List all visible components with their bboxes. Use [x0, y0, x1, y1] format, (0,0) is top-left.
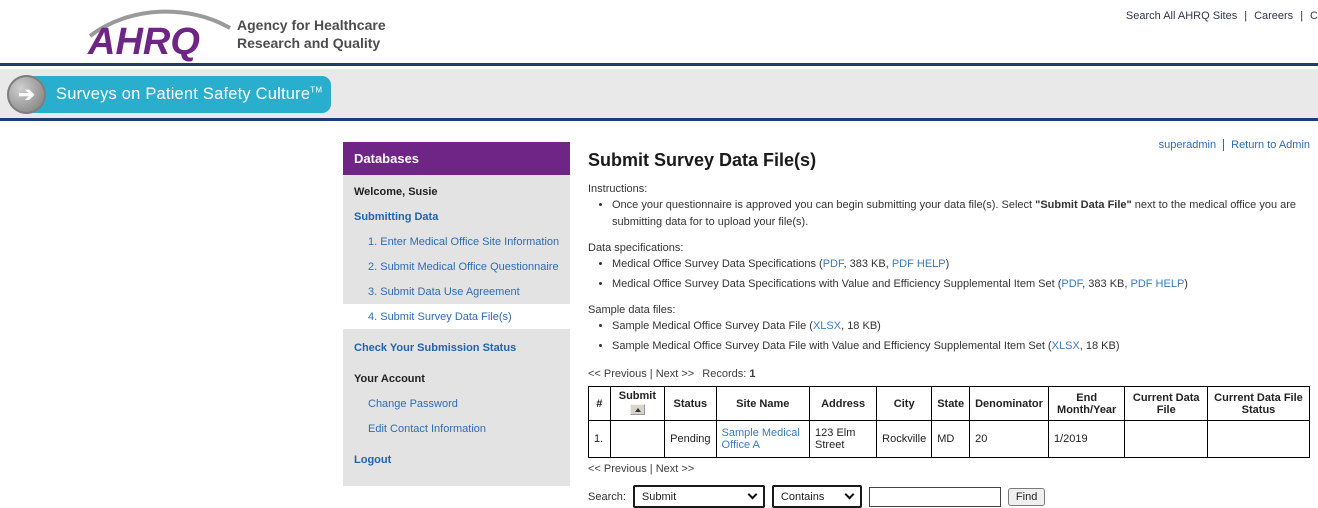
site-name-link[interactable]: Sample Medical Office A [722, 427, 800, 451]
table-header-row: # Submit Status Site Name Address City S… [589, 387, 1310, 421]
sidebar-item-submitting-data[interactable]: Submitting Data [343, 204, 570, 229]
next-link[interactable]: Next >> [656, 368, 695, 380]
pdf-help-link[interactable]: PDF HELP [1130, 278, 1184, 290]
th-current-data-file-status: Current Data File Status [1207, 387, 1309, 421]
pdf-link[interactable]: PDF [823, 258, 844, 270]
data-spec-item: Medical Office Survey Data Specification… [612, 276, 1312, 293]
cell-denominator: 20 [970, 421, 1049, 458]
sample-file-item: Sample Medical Office Survey Data File (… [612, 318, 1312, 335]
sidebar-item-enter-site-information[interactable]: 1. Enter Medical Office Site Information [343, 229, 570, 254]
previous-link[interactable]: << Previous [588, 463, 647, 475]
cell-site-name: Sample Medical Office A [716, 421, 810, 458]
cell-status: Pending [665, 421, 716, 458]
top-nav: Search All AHRQ Sites | Careers | C [1098, 10, 1318, 22]
top-nav-separator: | [1244, 10, 1247, 22]
logo-text: AHRQ [87, 21, 200, 62]
sidebar-current-item-band: 4. Submit Survey Data File(s) [343, 304, 570, 329]
cell-number: 1. [589, 421, 611, 458]
tagline-line-1: Agency for Healthcare [237, 16, 386, 34]
previous-link[interactable]: << Previous [588, 368, 647, 380]
sample-data-files-list: Sample Medical Office Survey Data File (… [588, 318, 1312, 354]
th-end-month-year: End Month/Year [1048, 387, 1125, 421]
instruction-item: Once your questionnaire is approved you … [612, 197, 1312, 230]
cell-city: Rockville [877, 421, 932, 458]
sidebar-item-change-password[interactable]: Change Password [343, 391, 570, 416]
sidebar: Databases Welcome, Susie Submitting Data… [343, 142, 570, 486]
ahrq-logo[interactable]: AHRQ [84, 6, 234, 62]
sidebar-item-submit-survey-data-files[interactable]: 4. Submit Survey Data File(s) [343, 304, 570, 329]
th-site-name: Site Name [716, 387, 810, 421]
banner-strip: ➔ Surveys on Patient Safety CultureTM [0, 69, 1318, 121]
th-number: # [589, 387, 611, 421]
cell-state: MD [932, 421, 970, 458]
next-link[interactable]: Next >> [656, 463, 695, 475]
survey-data-table: # Submit Status Site Name Address City S… [588, 386, 1310, 458]
pdf-help-link[interactable]: PDF HELP [892, 258, 946, 270]
sample-data-files-label: Sample data files: [588, 304, 1312, 316]
top-link-search-all-ahrq-sites[interactable]: Search All AHRQ Sites [1126, 10, 1237, 22]
page-title: Submit Survey Data File(s) [588, 150, 1312, 171]
sidebar-item-submit-data-use-agreement[interactable]: 3. Submit Data Use Agreement [343, 279, 570, 304]
pdf-link[interactable]: PDF [1061, 278, 1082, 290]
cell-address: 123 Elm Street [810, 421, 877, 458]
pagination-top: << Previous | Next >> Records: 1 [588, 368, 1312, 380]
records-count: Records: 1 [702, 368, 755, 380]
sort-arrow-icon [635, 408, 641, 412]
cell-current-data-file-status [1207, 421, 1309, 458]
th-status: Status [665, 387, 716, 421]
banner-title: Surveys on Patient Safety CultureTM [26, 85, 322, 104]
cell-end-month-year: 1/2019 [1048, 421, 1125, 458]
pagination-separator: | [650, 463, 653, 475]
pagination-separator: | [650, 368, 653, 380]
sort-button[interactable] [630, 404, 645, 415]
top-link-careers[interactable]: Careers [1254, 10, 1293, 22]
trademark-symbol: TM [310, 86, 322, 95]
instructions-list: Once your questionnaire is approved you … [588, 197, 1312, 230]
main-content: Submit Survey Data File(s) Instructions:… [588, 150, 1312, 508]
th-state: State [932, 387, 970, 421]
sops-banner: ➔ Surveys on Patient Safety CultureTM [26, 76, 331, 113]
welcome-text: Welcome, Susie [343, 179, 570, 204]
agency-tagline: Agency for Healthcare Research and Quali… [237, 16, 386, 52]
cell-submit [610, 421, 665, 458]
th-current-data-file: Current Data File [1125, 387, 1208, 421]
sidebar-item-edit-contact-information[interactable]: Edit Contact Information [343, 416, 570, 441]
xlsx-link[interactable]: XLSX [1052, 340, 1080, 352]
data-specifications-list: Medical Office Survey Data Specification… [588, 256, 1312, 292]
cell-current-data-file [1125, 421, 1208, 458]
data-spec-item: Medical Office Survey Data Specification… [612, 256, 1312, 273]
sample-file-item: Sample Medical Office Survey Data File w… [612, 338, 1312, 355]
th-submit: Submit [610, 387, 665, 421]
globe-arrow-icon: ➔ [7, 75, 46, 114]
sidebar-body: Welcome, Susie Submitting Data 1. Enter … [343, 175, 570, 486]
data-specifications-label: Data specifications: [588, 242, 1312, 254]
site-header: AHRQ Agency for Healthcare Research and … [0, 0, 1318, 66]
sidebar-section-your-account: Your Account [343, 366, 570, 391]
instructions-label: Instructions: [588, 183, 1312, 195]
tagline-line-2: Research and Quality [237, 34, 386, 52]
sidebar-item-submit-questionnaire[interactable]: 2. Submit Medical Office Questionnaire [343, 254, 570, 279]
th-city: City [877, 387, 932, 421]
pagination-bottom: << Previous | Next >> [588, 463, 1312, 475]
sidebar-item-logout[interactable]: Logout [343, 447, 570, 472]
sidebar-title: Databases [343, 142, 570, 175]
sidebar-item-check-submission-status[interactable]: Check Your Submission Status [343, 335, 570, 360]
th-address: Address [810, 387, 877, 421]
top-link-clipped[interactable]: C [1310, 10, 1318, 22]
xlsx-link[interactable]: XLSX [813, 320, 841, 332]
top-nav-separator: | [1300, 10, 1303, 22]
table-row: 1. Pending Sample Medical Office A 123 E… [589, 421, 1310, 458]
th-denominator: Denominator [970, 387, 1049, 421]
